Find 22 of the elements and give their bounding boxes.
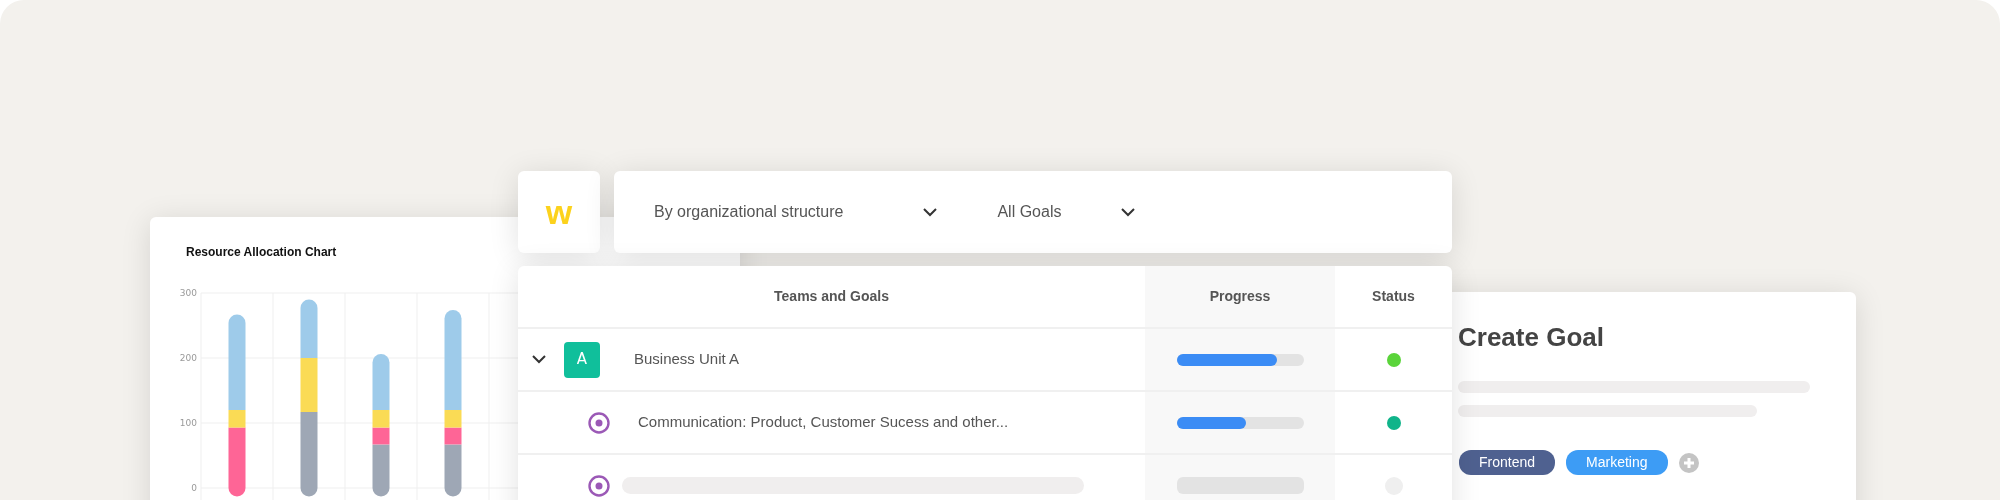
filter-dropdown[interactable]: All Goals [997, 200, 1136, 224]
logo: w [545, 195, 573, 229]
bar-segment [300, 299, 318, 358]
tag[interactable]: Frontend [1459, 450, 1556, 475]
target-icon [588, 474, 610, 497]
column-header: Teams and Goals [774, 287, 889, 306]
axis-tick-label: 200 [179, 353, 197, 363]
chart-title: Resource Allocation Chart [186, 244, 337, 261]
avatar: A [564, 341, 600, 378]
form-title: Create Goal [1458, 321, 1604, 354]
expand-toggle[interactable] [532, 355, 546, 364]
row-name: Business Unit A [634, 349, 740, 370]
row-name: Communication: Product, Customer Sucess and other... [638, 412, 1009, 433]
column-header: Progress [1209, 287, 1271, 306]
chevron-down-icon [923, 207, 938, 217]
axis-tick-label: 300 [179, 288, 197, 298]
axis-tick-label: 0 [191, 483, 197, 493]
filter-dropdown[interactable]: By organizational structure [654, 200, 938, 224]
axis-tick-label: 100 [179, 418, 197, 428]
target-icon [588, 411, 610, 434]
chevron-down-icon [1121, 207, 1136, 217]
column-header: Status [1372, 287, 1415, 306]
